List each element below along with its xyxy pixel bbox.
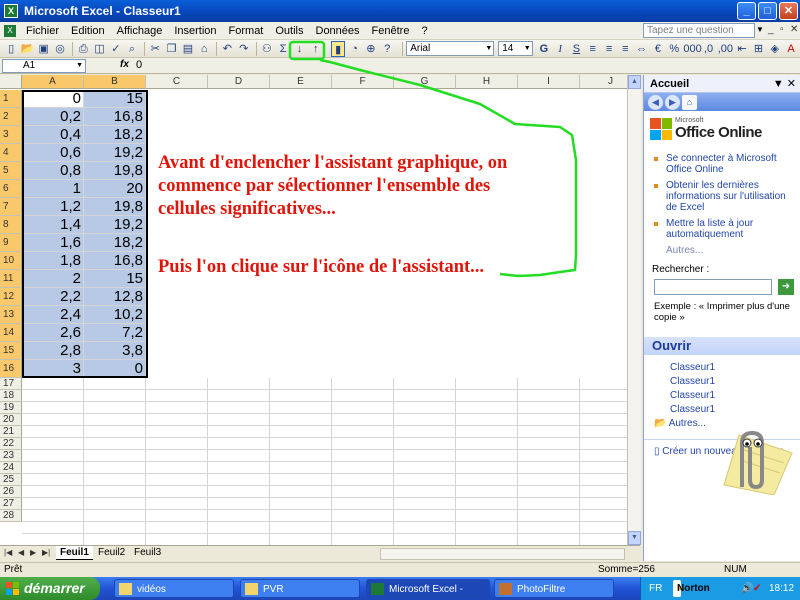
- windows-logo-icon: [6, 582, 19, 595]
- task-pane-title: Accueil: [650, 78, 690, 90]
- office-online-logo: Microsoft Office Online: [644, 111, 800, 147]
- task-label: vidéos: [137, 584, 166, 595]
- link-connect[interactable]: Se connecter à Microsoft Office Online: [652, 153, 792, 175]
- prev-sheet-icon[interactable]: ◀: [18, 548, 24, 557]
- scroll-up-icon[interactable]: ▲: [628, 75, 641, 89]
- recent-file[interactable]: Classeur1: [644, 375, 800, 389]
- open-section-title: Ouvrir: [644, 337, 800, 355]
- office-logo-icon: [650, 118, 672, 140]
- recent-file[interactable]: Classeur1: [644, 403, 800, 417]
- task-label: PVR: [263, 584, 284, 595]
- forward-icon[interactable]: ▶: [665, 94, 680, 110]
- task-pane: Accueil ▼ ✕ ◀ ▶ ⌂ Microsoft Office Onlin…: [643, 75, 800, 561]
- sheet-tab-feuil1[interactable]: Feuil1: [56, 546, 93, 560]
- start-button[interactable]: démarrer: [0, 577, 100, 600]
- task-pane-header[interactable]: Accueil ▼ ✕: [644, 75, 800, 93]
- excel-icon: [371, 583, 384, 595]
- task-excel[interactable]: Microsoft Excel - Clas...: [366, 579, 490, 598]
- recent-file[interactable]: Classeur1: [644, 361, 800, 375]
- task-videos[interactable]: vidéos: [114, 579, 234, 598]
- status-sum: Somme=256: [598, 564, 655, 575]
- home-icon[interactable]: ⌂: [682, 94, 697, 110]
- sheet-tab-bar: |◀ ◀ ▶ ▶| Feuil1 Feuil2 Feuil3: [0, 545, 640, 560]
- task-pane-nav: ◀ ▶ ⌂: [644, 93, 800, 111]
- first-sheet-icon[interactable]: |◀: [4, 548, 12, 557]
- office-assistant-clippy-icon[interactable]: [704, 425, 794, 495]
- link-latest-info[interactable]: Obtenir les dernières informations sur l…: [652, 180, 792, 213]
- photofiltre-icon: [499, 583, 512, 595]
- vertical-scrollbar[interactable]: ▲ ▼: [627, 75, 641, 545]
- last-sheet-icon[interactable]: ▶|: [42, 548, 50, 557]
- task-pvr[interactable]: PVR: [240, 579, 360, 598]
- status-num: NUM: [724, 564, 747, 575]
- system-tray: FR ● Norton 🔊 ✓ 18:12: [640, 577, 800, 600]
- status-ready: Prêt: [4, 564, 23, 575]
- antivirus-icon[interactable]: ✓: [753, 577, 761, 600]
- back-icon[interactable]: ◀: [648, 94, 663, 110]
- sheet-tab-feuil3[interactable]: Feuil3: [130, 546, 165, 560]
- task-label: Microsoft Excel - Clas...: [389, 584, 463, 595]
- language-indicator[interactable]: FR: [649, 577, 662, 600]
- recent-file[interactable]: Classeur1: [644, 389, 800, 403]
- norton-label: Norton: [677, 583, 710, 594]
- task-label: PhotoFiltre: [517, 584, 566, 595]
- norton-badge[interactable]: ● Norton: [673, 580, 710, 597]
- folder-icon: [119, 583, 132, 595]
- sheet-tab-feuil2[interactable]: Feuil2: [94, 546, 129, 560]
- logo-big-text: Office Online: [675, 124, 762, 141]
- status-bar: Prêt Somme=256 NUM: [0, 562, 800, 576]
- volume-icon[interactable]: 🔊: [741, 577, 753, 600]
- folder-icon: [245, 583, 258, 595]
- logo-small-text: Microsoft: [675, 117, 704, 124]
- search-example: Exemple : « Imprimer plus d'une copie »: [654, 301, 790, 323]
- horizontal-scrollbar[interactable]: [380, 548, 625, 560]
- link-more[interactable]: Autres...: [644, 245, 800, 256]
- start-label: démarrer: [24, 580, 85, 596]
- search-input[interactable]: [654, 279, 772, 295]
- open-others-label: Autres...: [668, 418, 706, 429]
- next-sheet-icon[interactable]: ▶: [30, 548, 36, 557]
- scroll-down-icon[interactable]: ▼: [628, 531, 641, 545]
- task-photofiltre[interactable]: PhotoFiltre: [494, 579, 614, 598]
- clock[interactable]: 18:12: [769, 577, 794, 600]
- task-pane-close-icon[interactable]: ▼ ✕: [773, 75, 796, 93]
- search-go-icon[interactable]: ➜: [778, 279, 794, 295]
- link-update-list[interactable]: Mettre la liste à jour automatiquement: [652, 218, 792, 240]
- search-label: Rechercher :: [652, 264, 710, 275]
- taskbar: démarrer vidéos PVR Microsoft Excel - Cl…: [0, 577, 800, 600]
